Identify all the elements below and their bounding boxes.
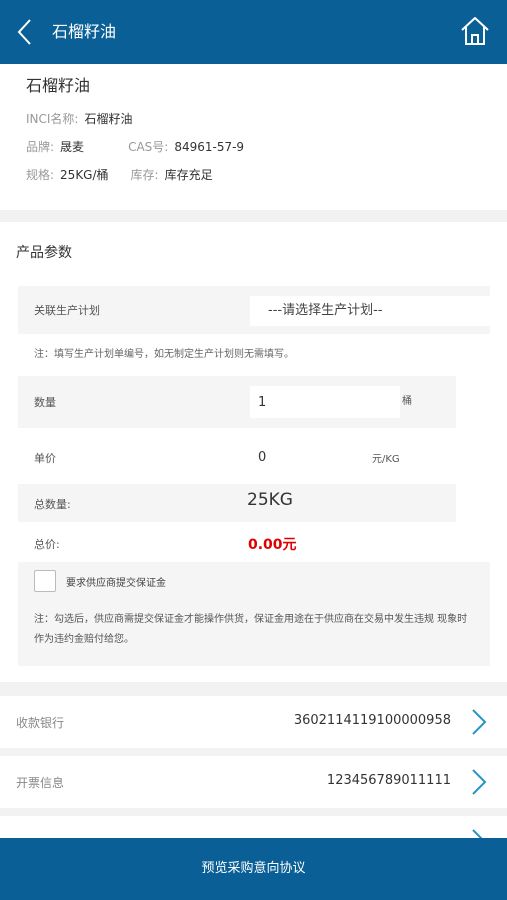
quantity-row: 数量 桶 [18,376,456,428]
home-icon[interactable] [459,14,491,48]
invoice-info-label: 开票信息 [16,776,65,790]
total-quantity-value: 25KG [247,490,293,510]
production-plan-select[interactable]: ---请选择生产计划-- [250,296,490,326]
cas-label: CAS号: [128,140,169,154]
brand-value: 晟麦 [60,140,85,154]
spec-label: 规格: [26,168,55,182]
inci-value: 石榴籽油 [84,112,133,126]
brand-cas-row: 品牌: 晟麦 CAS号: 84961-57-9 [26,138,244,155]
section-title: 产品参数 [16,245,72,261]
deposit-box: 要求供应商提交保证金 注：勾选后，供应商需提交保证金才能操作供货，保证金用途在于… [18,562,490,666]
total-quantity-row: 总数量: 25KG [18,484,456,522]
spec-value: 25KG/桶 [60,168,109,182]
invoice-info-row[interactable]: 开票信息 123456789011111 [0,756,507,808]
chevron-right-icon [469,707,489,737]
production-plan-note: 注：填写生产计划单编号，如无制定生产计划则无需填写。 [34,349,294,360]
back-arrow-icon[interactable] [12,16,40,48]
product-params-card: 产品参数 关联生产计划 ---请选择生产计划-- 注：填写生产计划单编号，如无制… [0,222,507,682]
stock-label: 库存: [130,168,159,182]
unit-price-label: 单价 [34,452,56,465]
deposit-label: 要求供应商提交保证金 [66,578,166,589]
total-price-value: 0.00元 [248,537,297,553]
inci-row: INCI名称: 石榴籽油 [26,110,133,127]
spec-stock-row: 规格: 25KG/桶 库存: 库存充足 [26,166,213,183]
page-title: 石榴籽油 [52,22,117,41]
unit-price-unit: 元/KG [372,454,400,465]
chevron-right-icon [469,767,489,797]
quantity-label: 数量 [34,396,56,409]
receiving-bank-value: 3602114119100000958 [293,713,451,728]
unit-price-input[interactable] [250,442,350,472]
preview-agreement-button[interactable]: 预览采购意向协议 [0,838,507,900]
quantity-unit: 桶 [402,396,412,407]
inci-label: INCI名称: [26,112,79,126]
receiving-bank-label: 收款银行 [16,716,65,730]
receiving-bank-row[interactable]: 收款银行 3602114119100000958 [0,696,507,748]
deposit-checkbox[interactable] [34,570,56,592]
unit-price-row: 单价 元/KG [18,434,490,478]
total-price-label: 总价: [34,538,60,551]
total-quantity-label: 总数量: [34,498,71,511]
cas-value: 84961-57-9 [174,140,245,154]
top-bar: 石榴籽油 [0,0,507,64]
invoice-info-value: 123456789011111 [326,773,451,788]
deposit-note: 注：勾选后，供应商需提交保证金才能操作供货，保证金用途在于供应商在交易中发生违规… [34,614,468,645]
brand-label: 品牌: [26,140,55,154]
product-name: 石榴籽油 [26,76,91,95]
production-plan-label: 关联生产计划 [34,304,100,317]
quantity-input[interactable] [250,386,400,418]
stock-value: 库存充足 [164,168,213,182]
production-plan-row: 关联生产计划 ---请选择生产计划-- [18,286,490,334]
product-info-card: 石榴籽油 INCI名称: 石榴籽油 品牌: 晟麦 CAS号: 84961-57-9 规格… [0,64,507,210]
